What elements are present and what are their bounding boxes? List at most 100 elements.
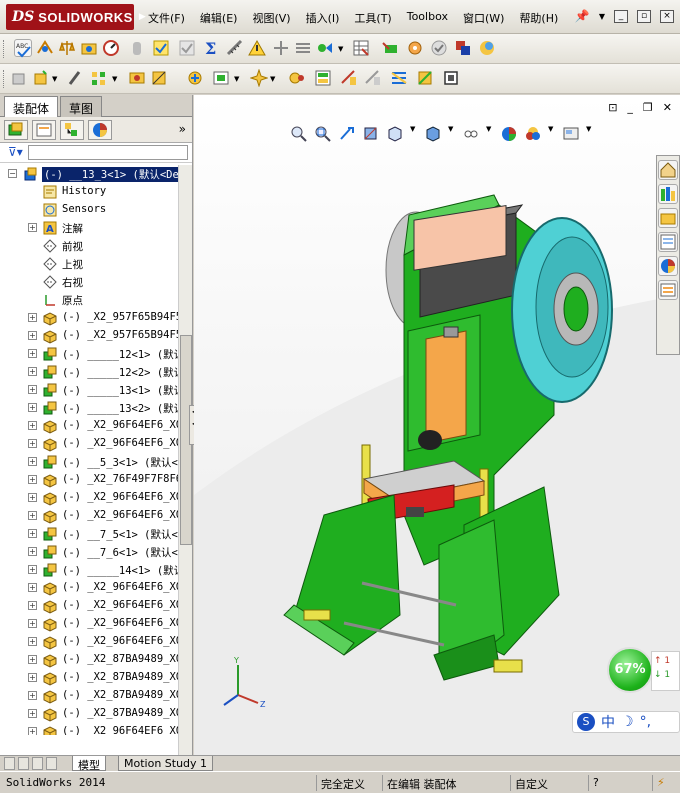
- tree-item[interactable]: 右视: [0, 273, 178, 291]
- tab-assembly[interactable]: 装配体: [4, 96, 59, 117]
- expand-toggle-icon[interactable]: +: [28, 673, 37, 682]
- check-circle-icon[interactable]: [430, 39, 448, 57]
- tree-item[interactable]: + (-) _____13<1> (默认: [0, 381, 178, 399]
- expand-toggle-icon[interactable]: −: [8, 169, 17, 178]
- expand-toggle-icon[interactable]: +: [28, 709, 37, 718]
- tab-motion-study[interactable]: Motion Study 1: [118, 756, 214, 771]
- ime-mode-chinese[interactable]: 中: [601, 712, 615, 732]
- expand-toggle-icon[interactable]: +: [28, 727, 37, 735]
- balance-icon[interactable]: [58, 39, 76, 57]
- file-explorer-icon[interactable]: [658, 208, 678, 228]
- bill-of-materials-icon[interactable]: [288, 69, 306, 87]
- toolbar-grip[interactable]: [3, 40, 6, 58]
- close-button[interactable]: ×: [660, 9, 674, 23]
- expand-toggle-icon[interactable]: +: [28, 349, 37, 358]
- hand-icon[interactable]: [128, 39, 146, 57]
- display-manager-tab[interactable]: [88, 120, 112, 140]
- tree-item[interactable]: + A 注解: [0, 219, 178, 237]
- prev-tab-nav[interactable]: [18, 757, 29, 770]
- tree-item[interactable]: + (-) _X2_957F65B94F5: [0, 309, 178, 327]
- expand-toggle-icon[interactable]: +: [28, 403, 37, 412]
- new-part-icon[interactable]: [32, 69, 50, 87]
- ime-toolbar[interactable]: S 中 ☽ °,: [572, 711, 680, 733]
- tree-item[interactable]: + (-) _X2_87BA9489_X0: [0, 669, 178, 687]
- units-status[interactable]: 自定义: [510, 775, 552, 791]
- dimension-icon[interactable]: [36, 39, 54, 57]
- sum-icon[interactable]: Σ: [202, 39, 220, 58]
- tree-item[interactable]: + (-) _X2_96F64EF6_X0: [0, 615, 178, 633]
- pin-icon[interactable]: 📌: [575, 9, 590, 23]
- tree-item[interactable]: + (-) _X2_87BA9489_X0: [0, 705, 178, 723]
- property-manager-tab[interactable]: [32, 120, 56, 140]
- gear-icon[interactable]: [406, 39, 424, 57]
- components-icon[interactable]: [316, 39, 334, 57]
- expand-toggle-icon[interactable]: +: [28, 439, 37, 448]
- dropdown-arrow-icon[interactable]: ▼: [270, 75, 275, 83]
- color-blocks-icon[interactable]: [454, 39, 472, 57]
- hole-series-icon[interactable]: [390, 69, 408, 87]
- tree-item[interactable]: History: [0, 183, 178, 201]
- spell-check-icon[interactable]: ABC: [14, 39, 32, 58]
- expand-toggle-icon[interactable]: +: [28, 511, 37, 520]
- graphics-area[interactable]: ⊡ _ ❐ ✕ ▼ ▼ ▼ ▼ ▼ Y Z 67% ↑ 1 ↓ 1 S 中 ☽ …: [194, 95, 680, 755]
- expand-toggle-icon[interactable]: +: [28, 331, 37, 340]
- tree-item[interactable]: + (-) _X2_87BA9489_X0: [0, 687, 178, 705]
- component-pattern-icon[interactable]: [90, 69, 108, 87]
- expand-toggle-icon[interactable]: +: [28, 493, 37, 502]
- solidworks-logo[interactable]: DS SOLIDWORKS ▶: [6, 4, 146, 30]
- menu-insert[interactable]: 插入(I): [306, 10, 340, 26]
- tree-item[interactable]: + (-) _X2_96F64EF6_X0: [0, 435, 178, 453]
- next-tab-nav[interactable]: [32, 757, 43, 770]
- tree-item[interactable]: + (-) _X2_96F64EF6_X0: [0, 507, 178, 525]
- tree-scrollbar[interactable]: [178, 165, 192, 755]
- configuration-manager-tab[interactable]: [60, 120, 84, 140]
- tree-item[interactable]: + (-) __5_3<1> (默认<: [0, 453, 178, 471]
- tree-item[interactable]: + (-) _X2_96F64EF6_X0: [0, 417, 178, 435]
- last-tab-nav[interactable]: [46, 757, 57, 770]
- expand-toggle-icon[interactable]: +: [28, 385, 37, 394]
- ime-logo-icon[interactable]: S: [577, 713, 595, 731]
- insert-component-icon[interactable]: [10, 69, 28, 87]
- smart-fastener-icon[interactable]: [416, 69, 434, 87]
- tree-item[interactable]: + (-) _____14<1> (默认: [0, 561, 178, 579]
- interference-icon[interactable]: [364, 69, 382, 87]
- sparkle-icon[interactable]: [249, 68, 269, 88]
- tree-item[interactable]: + (-) _X2_96F64EF6_X0: [0, 489, 178, 507]
- tab-model[interactable]: 模型: [72, 756, 106, 772]
- toolbar-grip[interactable]: [3, 70, 6, 88]
- dropdown-arrow-icon[interactable]: ▼: [112, 75, 117, 83]
- menu-window[interactable]: 窗口(W): [463, 10, 504, 26]
- expand-toggle-icon[interactable]: +: [28, 637, 37, 646]
- menu-view[interactable]: 视图(V): [252, 10, 290, 26]
- appearance-icon[interactable]: [478, 39, 496, 57]
- dropdown-arrow-icon[interactable]: ▼: [338, 45, 343, 53]
- grid-select-icon[interactable]: [352, 39, 370, 57]
- design-library-icon[interactable]: [658, 184, 678, 204]
- home-icon[interactable]: [658, 160, 678, 180]
- tree-item[interactable]: + (-) _X2_96F64EF6_X0: [0, 633, 178, 651]
- tree-item[interactable]: + (-) _____12<2> (默认: [0, 363, 178, 381]
- show-hidden-icon[interactable]: [150, 69, 168, 87]
- help-button[interactable]: ?: [588, 775, 603, 791]
- menu-edit[interactable]: 编辑(E): [200, 10, 238, 26]
- custom-properties-icon[interactable]: [658, 280, 678, 300]
- expand-toggle-icon[interactable]: +: [28, 529, 37, 538]
- expand-toggle-icon[interactable]: +: [28, 223, 37, 232]
- performance-gauge[interactable]: 67%: [607, 647, 653, 693]
- gauge-icon[interactable]: [102, 39, 120, 57]
- explode-line-icon[interactable]: [340, 69, 358, 87]
- tree-item[interactable]: 前视: [0, 237, 178, 255]
- adjust-icon[interactable]: [294, 39, 312, 57]
- tree-root-assembly[interactable]: − (-) __13_3<1> (默认<De: [0, 165, 178, 183]
- dropdown-arrow-icon[interactable]: ▼: [52, 75, 57, 83]
- check-mark-icon[interactable]: [152, 39, 170, 57]
- pin-dropdown-icon[interactable]: ▼: [599, 12, 605, 21]
- folder-dimension-icon[interactable]: [80, 39, 98, 57]
- minimize-button[interactable]: _: [614, 9, 628, 23]
- appearances-icon[interactable]: [658, 256, 678, 276]
- expand-toggle-icon[interactable]: +: [28, 619, 37, 628]
- tree-item[interactable]: + (-) _X2_87BA9489_X0: [0, 651, 178, 669]
- menu-toolbox[interactable]: Toolbox: [407, 10, 448, 26]
- tree-item[interactable]: + (-) __7_5<1> (默认<: [0, 525, 178, 543]
- filter-input[interactable]: [28, 145, 188, 160]
